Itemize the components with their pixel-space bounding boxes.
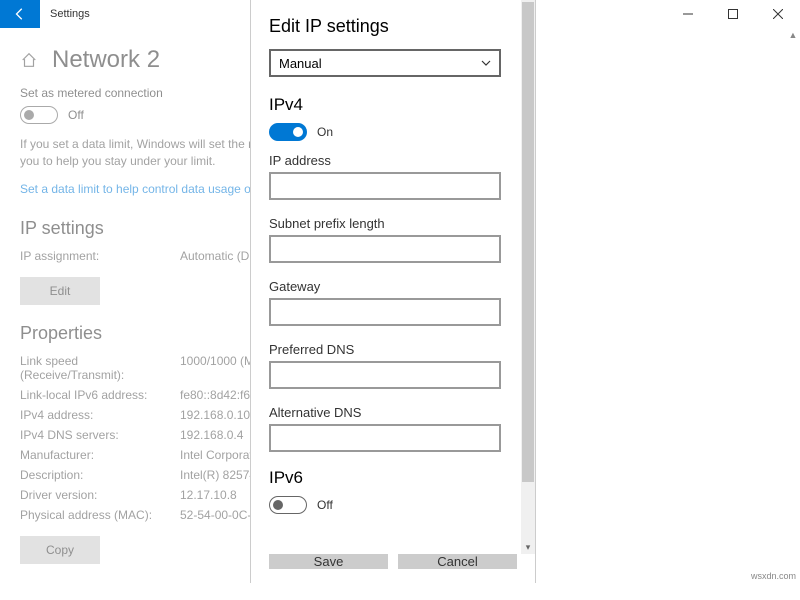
toggle-knob: [24, 110, 34, 120]
mode-select[interactable]: Manual: [269, 49, 501, 77]
property-value: fe80::8d42:f6f6: [180, 388, 260, 402]
property-key: Link-local IPv6 address:: [20, 388, 180, 402]
ipv6-title: IPv6: [269, 468, 501, 488]
preferred-dns-label: Preferred DNS: [269, 342, 501, 357]
ip-address-input[interactable]: [269, 172, 501, 200]
copy-button[interactable]: Copy: [20, 536, 100, 564]
ipv4-state: On: [317, 125, 333, 139]
metered-state: Off: [68, 108, 84, 122]
window-controls: [665, 0, 800, 28]
maximize-button[interactable]: [710, 0, 755, 28]
back-button[interactable]: [0, 0, 40, 28]
property-value: 52-54-00-0C-A: [180, 508, 259, 522]
minimize-icon: [683, 9, 693, 19]
cancel-button[interactable]: Cancel: [398, 554, 517, 569]
ip-assignment-label: IP assignment:: [20, 249, 180, 263]
property-key: Driver version:: [20, 488, 180, 502]
gateway-label: Gateway: [269, 279, 501, 294]
property-key: Description:: [20, 468, 180, 482]
ip-address-label: IP address: [269, 153, 501, 168]
close-icon: [773, 9, 783, 19]
minimize-button[interactable]: [665, 0, 710, 28]
property-key: Physical address (MAC):: [20, 508, 180, 522]
property-key: IPv4 address:: [20, 408, 180, 422]
property-key: Manufacturer:: [20, 448, 180, 462]
ipv6-state: Off: [317, 498, 333, 512]
edit-button[interactable]: Edit: [20, 277, 100, 305]
ipv4-toggle[interactable]: [269, 123, 307, 141]
subnet-input[interactable]: [269, 235, 501, 263]
home-icon: [20, 51, 38, 69]
page-scrollbar[interactable]: ▲: [786, 28, 800, 583]
scroll-up-icon: ▲: [786, 28, 800, 42]
property-value: 192.168.0.4: [180, 428, 243, 442]
metered-toggle[interactable]: [20, 106, 58, 124]
ipv6-toggle[interactable]: [269, 496, 307, 514]
subnet-label: Subnet prefix length: [269, 216, 501, 231]
toggle-knob: [293, 127, 303, 137]
dialog-title: Edit IP settings: [269, 16, 501, 37]
gateway-input[interactable]: [269, 298, 501, 326]
dialog-scrollbar[interactable]: ▴ ▾: [521, 0, 535, 554]
toggle-knob: [273, 500, 283, 510]
chevron-down-icon: [481, 58, 491, 68]
preferred-dns-input[interactable]: [269, 361, 501, 389]
page-title: Network 2: [52, 46, 160, 74]
ipv4-title: IPv4: [269, 95, 501, 115]
watermark: wsxdn.com: [751, 571, 796, 581]
scroll-thumb[interactable]: [522, 2, 534, 482]
alternative-dns-label: Alternative DNS: [269, 405, 501, 420]
property-key: Link speed (Receive/Transmit):: [20, 354, 180, 382]
alternative-dns-input[interactable]: [269, 424, 501, 452]
close-button[interactable]: [755, 0, 800, 28]
arrow-left-icon: [13, 7, 27, 21]
scroll-down-icon: ▾: [521, 540, 535, 554]
edit-ip-dialog: ▴ ▾ Edit IP settings Manual IPv4 On IP a…: [250, 0, 536, 583]
property-value: 192.168.0.105: [180, 408, 257, 422]
mode-value: Manual: [279, 56, 322, 71]
maximize-icon: [728, 9, 738, 19]
property-key: IPv4 DNS servers:: [20, 428, 180, 442]
property-value: 12.17.10.8: [180, 488, 237, 502]
save-button[interactable]: Save: [269, 554, 388, 569]
